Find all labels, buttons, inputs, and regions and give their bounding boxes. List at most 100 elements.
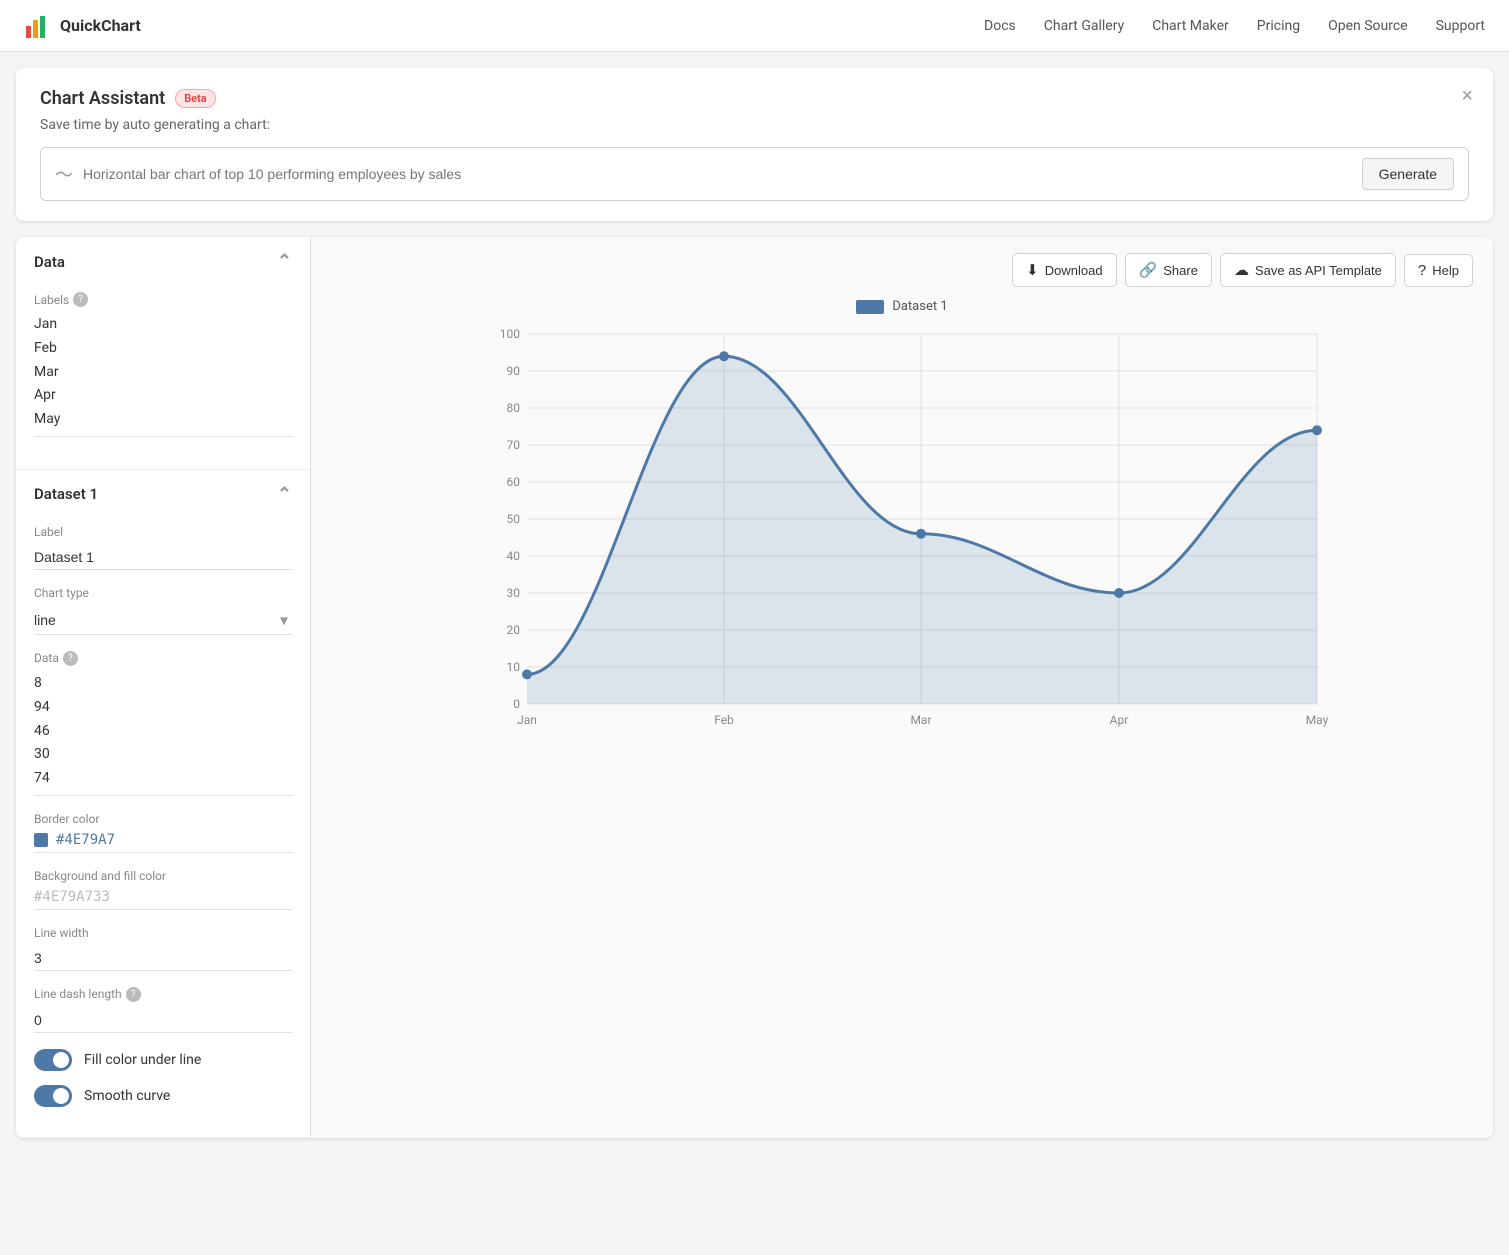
chart-type-label: Chart type xyxy=(34,586,292,600)
nav-open-source[interactable]: Open Source xyxy=(1328,18,1408,34)
line-dash-help-icon[interactable]: ? xyxy=(126,987,141,1002)
nav-chart-maker[interactable]: Chart Maker xyxy=(1152,18,1229,34)
logo-icon xyxy=(24,12,52,40)
chart-legend: Dataset 1 xyxy=(311,299,1493,314)
line-dash-label: Line dash length ? xyxy=(34,987,292,1002)
nav-pricing[interactable]: Pricing xyxy=(1257,18,1300,34)
svg-text:0: 0 xyxy=(513,697,520,711)
svg-text:30: 30 xyxy=(507,586,521,600)
data-help-icon[interactable]: ? xyxy=(63,651,78,666)
svg-text:Mar: Mar xyxy=(910,713,931,727)
border-color-group: Border color #4E79A7 xyxy=(34,812,292,853)
smooth-toggle[interactable] xyxy=(34,1085,72,1107)
fill-toggle-row: Fill color under line xyxy=(34,1049,292,1071)
sidebar: Data ⌃ Labels ? Jan Feb Mar Apr May Data… xyxy=(16,237,311,1138)
smooth-toggle-slider xyxy=(34,1085,72,1107)
line-width-group: Line width xyxy=(34,926,292,971)
beta-badge: Beta xyxy=(175,89,216,108)
help-icon: ? xyxy=(1418,262,1426,279)
svg-text:90: 90 xyxy=(507,364,521,378)
label-input[interactable] xyxy=(34,545,292,570)
nav-links: Docs Chart Gallery Chart Maker Pricing O… xyxy=(984,18,1485,34)
labels-value[interactable]: Jan Feb Mar Apr May xyxy=(34,313,292,437)
legend-swatch xyxy=(856,300,884,314)
border-color-field[interactable]: #4E79A7 xyxy=(34,832,292,853)
save-api-button[interactable]: ☁ Save as API Template xyxy=(1220,253,1396,287)
help-button[interactable]: ? Help xyxy=(1404,254,1473,287)
bg-fill-group: Background and fill color #4E79A733 xyxy=(34,869,292,910)
fill-toggle[interactable] xyxy=(34,1049,72,1071)
data-values[interactable]: 8 94 46 30 74 xyxy=(34,672,292,796)
share-button[interactable]: 🔗 Share xyxy=(1125,253,1212,287)
generate-button[interactable]: Generate xyxy=(1362,158,1454,190)
border-color-swatch xyxy=(34,833,48,847)
download-icon: ⬇ xyxy=(1026,261,1039,279)
nav-chart-gallery[interactable]: Chart Gallery xyxy=(1044,18,1124,34)
data-chevron-up-icon: ⌃ xyxy=(277,251,292,272)
svg-text:70: 70 xyxy=(507,438,521,452)
smooth-toggle-row: Smooth curve xyxy=(34,1085,292,1107)
labels-label: Labels ? xyxy=(34,292,292,307)
bg-fill-label: Background and fill color xyxy=(34,869,292,883)
svg-text:Feb: Feb xyxy=(714,713,734,727)
legend-label: Dataset 1 xyxy=(892,299,947,314)
content-area: Data ⌃ Labels ? Jan Feb Mar Apr May Data… xyxy=(16,237,1493,1138)
svg-text:May: May xyxy=(1306,713,1329,727)
logo-text: QuickChart xyxy=(60,16,141,35)
bg-fill-field[interactable]: #4E79A733 xyxy=(34,889,292,910)
cloud-icon: ☁ xyxy=(1234,261,1249,279)
svg-text:Apr: Apr xyxy=(1110,713,1129,727)
fill-toggle-slider xyxy=(34,1049,72,1071)
svg-text:60: 60 xyxy=(507,475,521,489)
data-section-label: Data xyxy=(34,253,65,271)
chart-type-select[interactable]: line bar radar doughnut pie xyxy=(34,606,292,635)
smooth-toggle-label: Smooth curve xyxy=(84,1088,170,1104)
line-dash-input[interactable] xyxy=(34,1008,292,1033)
close-button[interactable]: × xyxy=(1461,86,1473,106)
chart-area: ⬇ Download 🔗 Share ☁ Save as API Templat… xyxy=(311,237,1493,1138)
svg-text:20: 20 xyxy=(507,623,521,637)
card-subtitle: Save time by auto generating a chart: xyxy=(40,117,1469,133)
svg-text:80: 80 xyxy=(507,401,521,415)
dataset-chevron-up-icon: ⌃ xyxy=(277,484,292,505)
prompt-input[interactable] xyxy=(83,166,1352,182)
navigation: QuickChart Docs Chart Gallery Chart Make… xyxy=(0,0,1509,52)
chart-container: 100 90 80 70 60 50 40 30 20 10 0 xyxy=(311,324,1493,1138)
assistant-card: × Chart Assistant Beta Save time by auto… xyxy=(16,68,1493,221)
labels-help-icon[interactable]: ? xyxy=(73,292,88,307)
svg-text:50: 50 xyxy=(507,512,521,526)
dataset-section: Dataset 1 ⌃ Label Chart type xyxy=(16,470,310,1138)
svg-text:10: 10 xyxy=(507,660,521,674)
prompt-bar: 〜 Generate xyxy=(40,147,1469,201)
line-chart: 100 90 80 70 60 50 40 30 20 10 0 xyxy=(331,324,1473,744)
data-section-header[interactable]: Data ⌃ xyxy=(16,237,310,286)
trend-icon: 〜 xyxy=(55,161,73,187)
labels-group: Labels ? Jan Feb Mar Apr May xyxy=(34,292,292,437)
border-color-label: Border color xyxy=(34,812,292,826)
fill-toggle-label: Fill color under line xyxy=(84,1052,201,1068)
svg-text:40: 40 xyxy=(507,549,521,563)
dataset-section-label: Dataset 1 xyxy=(34,485,98,503)
line-width-input[interactable] xyxy=(34,946,292,971)
svg-text:Jan: Jan xyxy=(517,713,537,727)
logo[interactable]: QuickChart xyxy=(24,12,141,40)
data-section-body: Labels ? Jan Feb Mar Apr May xyxy=(16,286,310,469)
label-field-label: Label xyxy=(34,525,292,539)
dataset-section-header[interactable]: Dataset 1 ⌃ xyxy=(16,470,310,519)
share-icon: 🔗 xyxy=(1139,261,1158,279)
dataset-section-body: Label Chart type line bar radar doug xyxy=(16,519,310,1137)
nav-support[interactable]: Support xyxy=(1436,18,1485,34)
card-header: Chart Assistant Beta xyxy=(40,88,1469,109)
download-button[interactable]: ⬇ Download xyxy=(1012,253,1116,287)
svg-text:100: 100 xyxy=(500,327,520,341)
data-values-group: Data ? 8 94 46 30 74 xyxy=(34,651,292,796)
chart-type-select-wrapper: line bar radar doughnut pie ▾ xyxy=(34,606,292,635)
border-color-text: #4E79A7 xyxy=(56,832,115,848)
bg-fill-placeholder: #4E79A733 xyxy=(34,889,110,905)
chart-toolbar: ⬇ Download 🔗 Share ☁ Save as API Templat… xyxy=(311,253,1493,299)
label-group: Label xyxy=(34,525,292,570)
data-values-label: Data ? xyxy=(34,651,292,666)
data-section: Data ⌃ Labels ? Jan Feb Mar Apr May xyxy=(16,237,310,470)
nav-docs[interactable]: Docs xyxy=(984,18,1016,34)
chart-type-group: Chart type line bar radar doughnut pie ▾ xyxy=(34,586,292,635)
